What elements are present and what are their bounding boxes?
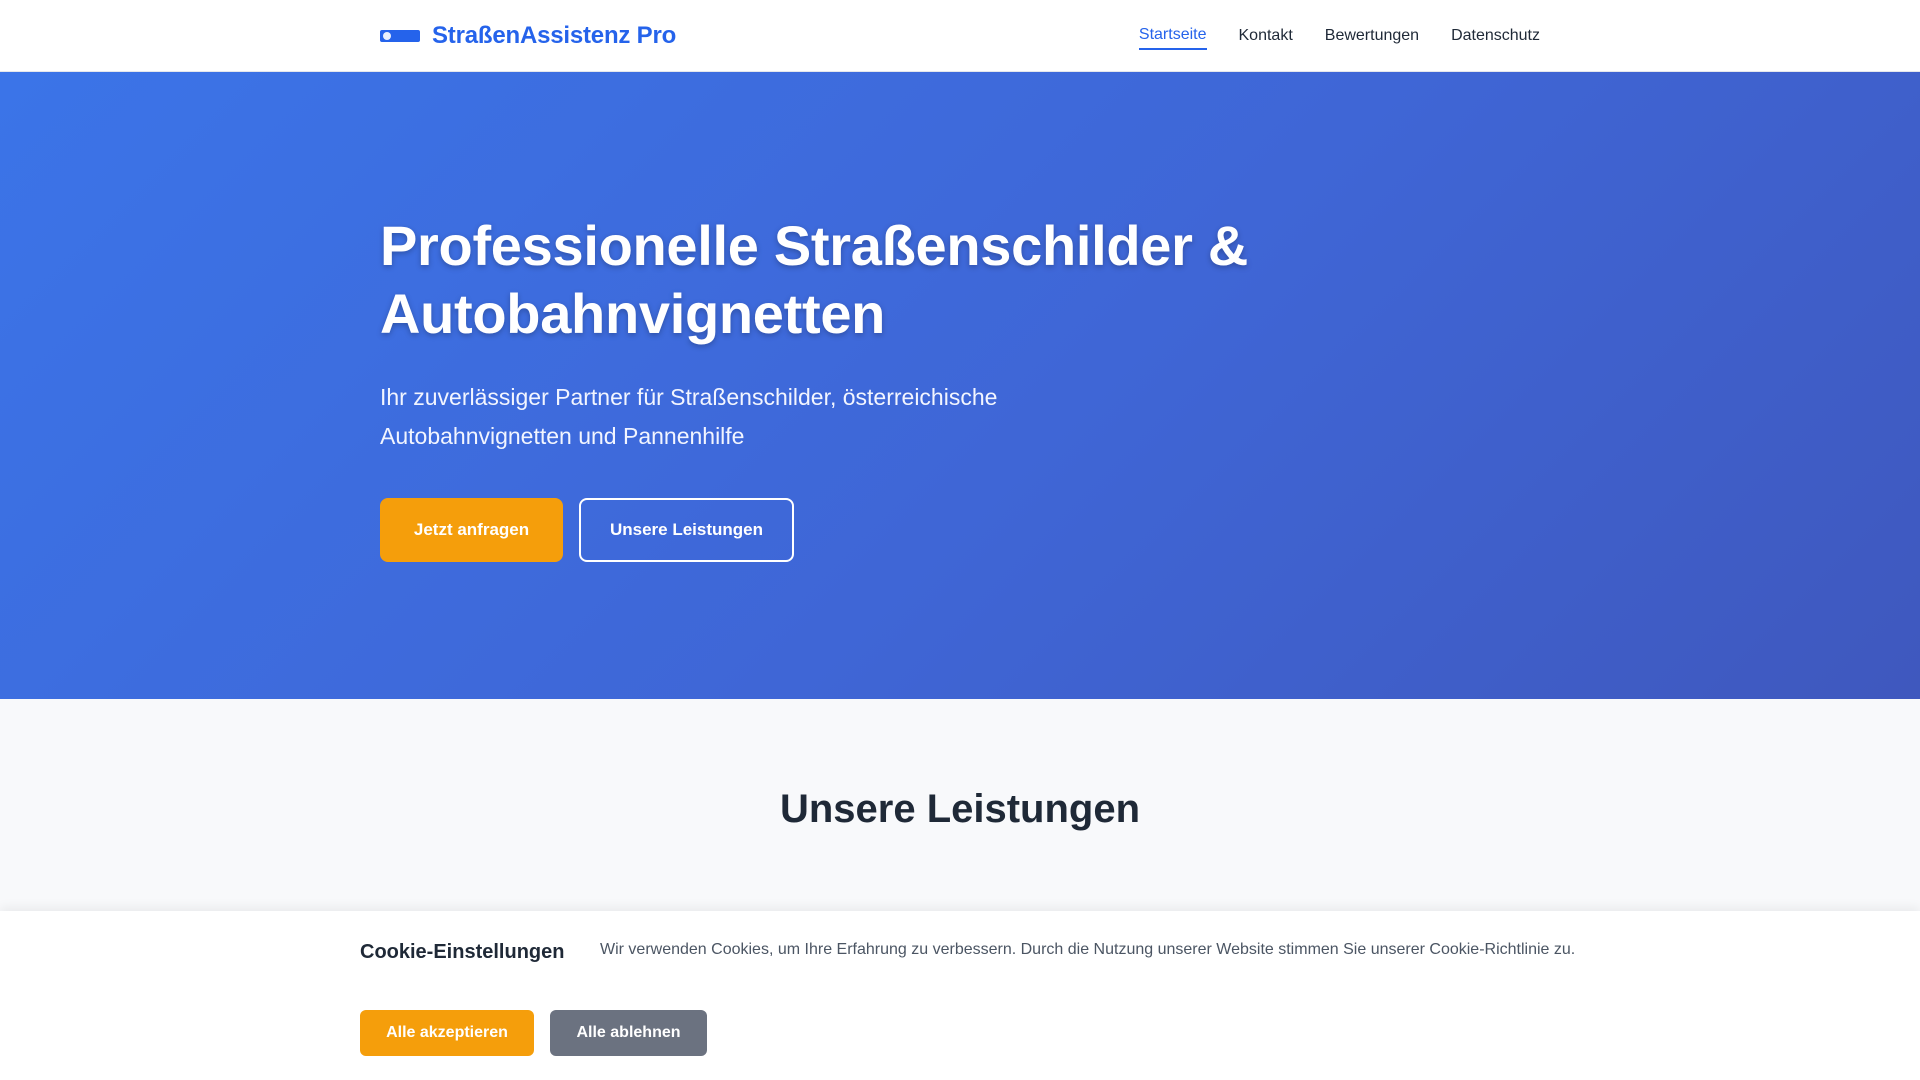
cookie-title: Cookie-Einstellungen <box>360 941 565 963</box>
hero-subtitle: Ihr zuverlässiger Partner für Straßensch… <box>380 384 998 449</box>
header-inner: StraßenAssistenz Pro Startseite Kontakt … <box>380 0 1540 72</box>
main-nav: Startseite Kontakt Bewertungen Datenschu… <box>1138 22 1540 50</box>
nav-item-kontakt[interactable]: Kontakt <box>1239 23 1293 49</box>
brand-name[interactable]: StraßenAssistenz Pro <box>432 22 676 50</box>
nav-item-datenschutz[interactable]: Datenschutz <box>1451 23 1540 49</box>
cookie-banner: Cookie-Einstellungen Wir verwenden Cooki… <box>0 911 1920 1080</box>
nav-item-startseite[interactable]: Startseite <box>1138 22 1207 50</box>
nav-item-bewertungen[interactable]: Bewertungen <box>1325 23 1419 49</box>
hero-content: Professionelle Straßenschilder & Autobah… <box>380 212 1380 562</box>
hero-title: Professionelle Straßenschilder & Autobah… <box>380 212 1380 348</box>
request-now-button[interactable]: Jetzt anfragen <box>380 498 563 562</box>
sign-logo-icon <box>380 30 420 42</box>
hero-buttons: Jetzt anfragen Unsere Leistungen <box>380 498 1380 562</box>
cookie-buttons: Alle akzeptieren Alle ablehnen <box>360 1010 707 1056</box>
hero-title-line1: Professionelle Straßenschilder & <box>380 214 1249 277</box>
site-header: StraßenAssistenz Pro Startseite Kontakt … <box>0 0 1920 72</box>
brand[interactable]: StraßenAssistenz Pro <box>380 22 676 50</box>
reject-all-cookies-button[interactable]: Alle ablehnen <box>550 1010 707 1056</box>
hero-section: Professionelle Straßenschilder & Autobah… <box>0 72 1920 699</box>
cookie-text: Wir verwenden Cookies, um Ihre Erfahrung… <box>600 941 1576 958</box>
services-title: Unsere Leistungen <box>779 787 1141 831</box>
hero-title-line2: Autobahnvignetten <box>380 282 886 345</box>
accept-all-cookies-button[interactable]: Alle akzeptieren <box>360 1010 534 1056</box>
our-services-button[interactable]: Unsere Leistungen <box>579 498 794 562</box>
